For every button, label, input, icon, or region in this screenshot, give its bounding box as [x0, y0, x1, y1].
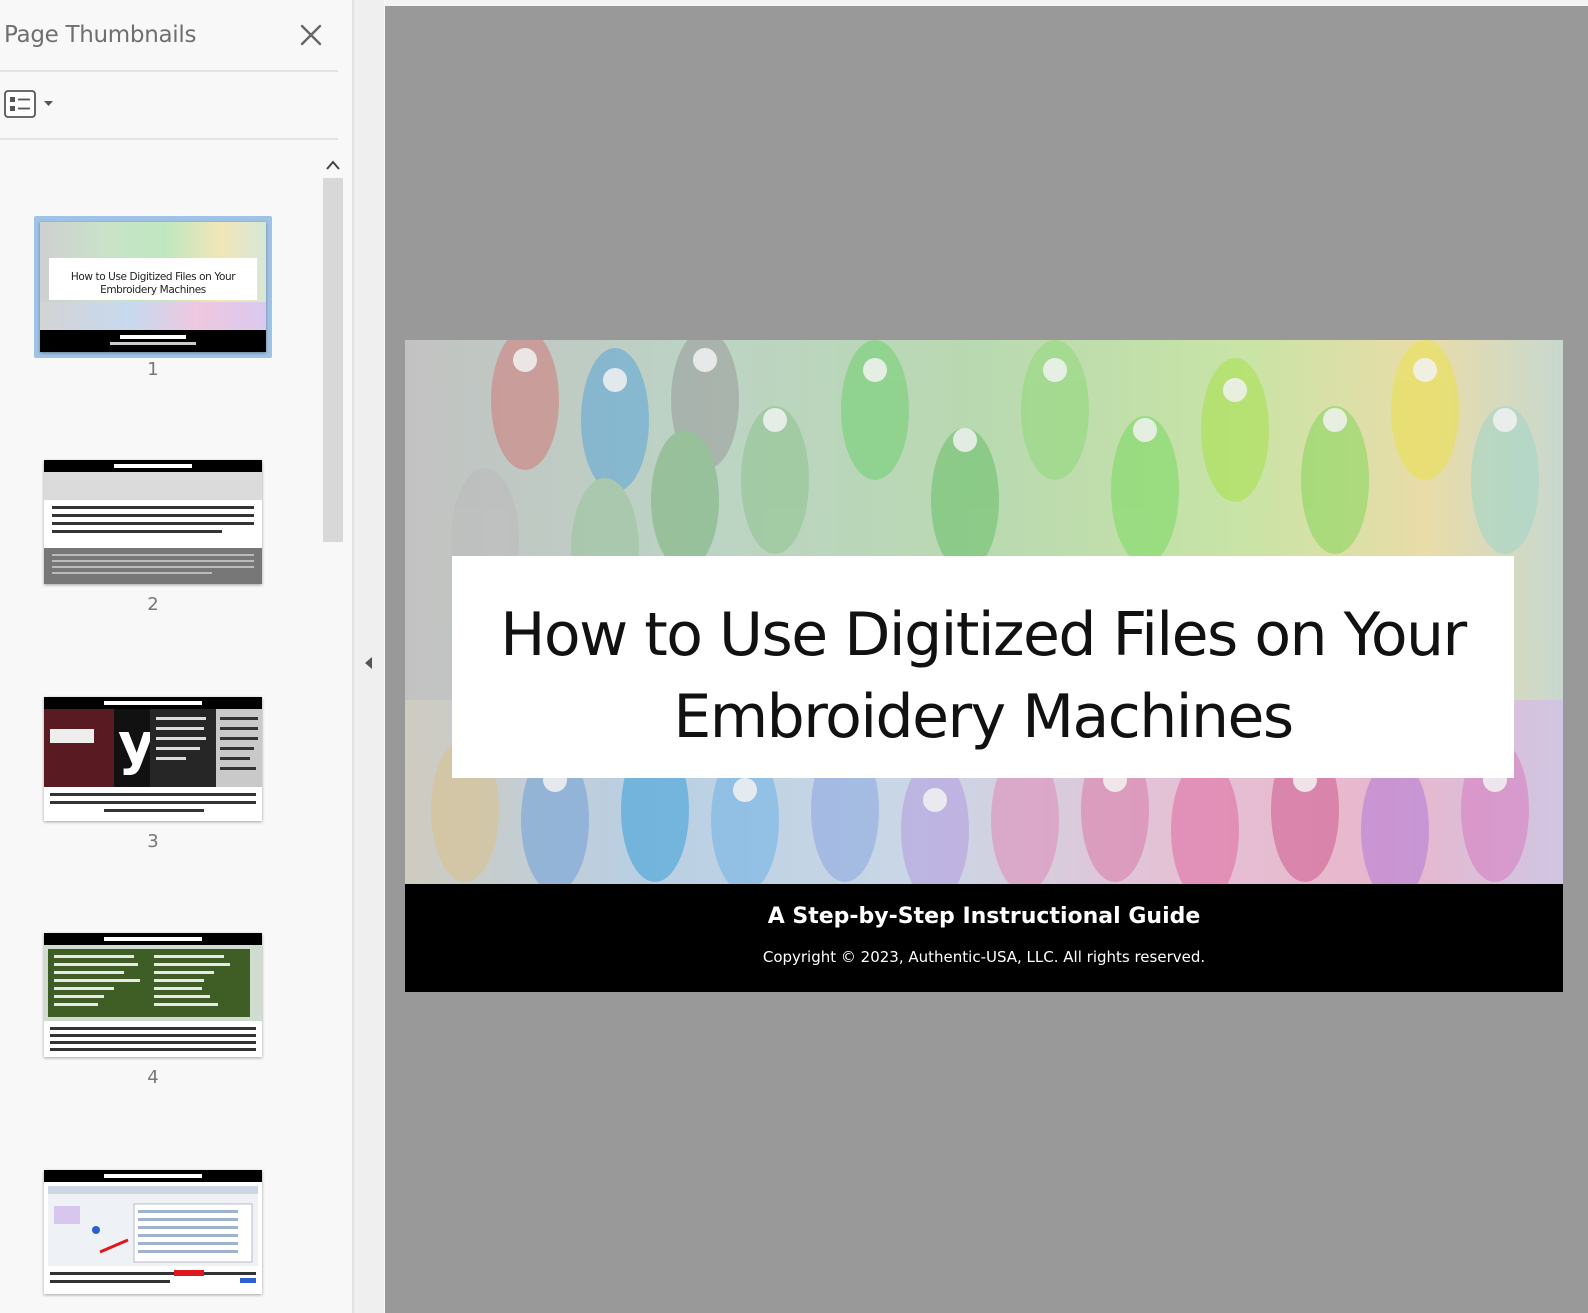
thumbnail-title-line2: Embroidery Machines [100, 284, 206, 296]
thumbnail-page-3[interactable]: y 3 [44, 697, 264, 857]
page-thumbnails-panel: Page Thumbnails How to Use Digitized Fil… [0, 0, 356, 1313]
thumbnail-page-4[interactable]: 4 [44, 933, 264, 1093]
thumbnail-options-button[interactable] [4, 90, 60, 120]
thumbnail-scrollbar[interactable] [320, 152, 346, 1313]
slide-title-line2: Embroidery Machines [673, 682, 1294, 752]
thumbnail-image [44, 460, 262, 584]
collapse-panel-icon[interactable] [362, 652, 376, 674]
svg-text:y: y [118, 712, 155, 777]
thumbnail-page-number: 4 [147, 1067, 159, 1088]
slide-title-box: How to Use Digitized Files on Your Embro… [452, 556, 1514, 778]
thumbnail-title-line1: How to Use Digitized Files on Your [70, 271, 236, 283]
slide-footer-band: A Step-by-Step Instructional Guide Copyr… [405, 884, 1563, 992]
panel-toolbar [0, 72, 338, 140]
close-icon[interactable] [296, 20, 326, 50]
thumbnail-page-number: 2 [147, 594, 159, 615]
scroll-up-icon[interactable] [320, 154, 346, 176]
panel-header: Page Thumbnails [0, 0, 338, 72]
scrollbar-thumb[interactable] [323, 178, 343, 542]
thumbnail-page-1[interactable]: How to Use Digitized Files on Your Embro… [34, 216, 274, 381]
thumbnail-image: y [44, 697, 262, 821]
thumbnail-image: How to Use Digitized Files on Your Embro… [40, 222, 266, 352]
thumbnail-image [44, 1170, 262, 1294]
thumbnail-page-5[interactable] [44, 1170, 264, 1313]
slide-subtitle: A Step-by-Step Instructional Guide [767, 904, 1201, 929]
slide-title: How to Use Digitized Files on Your Embro… [452, 594, 1514, 758]
slide-title-line1: How to Use Digitized Files on Your [500, 600, 1467, 670]
thumbnail-image [44, 933, 262, 1057]
panel-title: Page Thumbnails [4, 22, 197, 48]
slide-page: How to Use Digitized Files on Your Embro… [405, 340, 1563, 992]
slide-copyright: Copyright © 2023, Authentic-USA, LLC. Al… [762, 948, 1206, 966]
thumbnail-page-number: 1 [147, 359, 159, 380]
document-viewer[interactable]: How to Use Digitized Files on Your Embro… [385, 6, 1588, 1313]
thumbnail-page-2[interactable]: 2 [44, 460, 264, 620]
thumbnail-page-number: 3 [147, 831, 159, 852]
